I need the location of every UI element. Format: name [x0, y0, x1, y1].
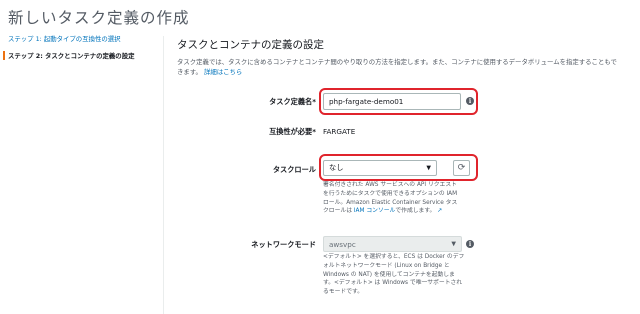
compatibility-label: 互換性が必要* — [269, 127, 316, 136]
sidebar-step-1[interactable]: ステップ 1: 起動タイプの互換性の選択 — [8, 34, 158, 43]
task-def-name-input[interactable]: php-fargate-demo01 — [323, 93, 461, 110]
task-role-help-text-end: で作成します。 — [395, 208, 436, 215]
network-mode-select[interactable]: awsvpc ▼ — [323, 236, 462, 252]
caret-down-icon: ▼ — [426, 164, 431, 172]
task-def-name-label: タスク定義名* — [269, 97, 316, 106]
network-mode-help: <デフォルト> を選択すると、ECS は Docker のデフォルトネットワーク… — [323, 254, 465, 296]
sidebar-divider — [163, 36, 164, 314]
main-content: タスクとコンテナの定義の設定 タスク定義では、タスクに含めるコンテナとコンテナ間… — [177, 36, 629, 76]
description-text: タスク定義では、タスクに含めるコンテナとコンテナ間のやり取りの方法を指定します。… — [177, 58, 617, 76]
task-role-select[interactable]: なし ▼ — [323, 160, 437, 176]
compatibility-value: FARGATE — [323, 127, 356, 136]
task-role-value: なし — [329, 163, 344, 172]
info-icon[interactable]: i — [466, 97, 474, 105]
section-description: タスク定義では、タスクに含めるコンテナとコンテナ間のやり取りの方法を指定します。… — [177, 57, 617, 77]
network-mode-value: awsvpc — [329, 239, 356, 249]
iam-console-link[interactable]: IAM コンソール — [354, 208, 396, 214]
refresh-icon: ⟳ — [457, 163, 466, 173]
task-def-name-value: php-fargate-demo01 — [329, 97, 404, 106]
details-link[interactable]: 詳細はこちら — [204, 68, 242, 76]
task-role-help: 署名付きされた AWS サービスへの API リクエスト を行うためにタスクで使… — [323, 181, 463, 216]
task-role-label: タスクロール — [272, 165, 316, 174]
external-link-icon[interactable]: ↗ — [437, 207, 442, 214]
info-icon[interactable]: i — [466, 240, 474, 248]
refresh-button[interactable]: ⟳ — [453, 160, 470, 176]
network-mode-label: ネットワークモード — [251, 240, 316, 249]
sidebar-step-2: ステップ 2: タスクとコンテナの定義の設定 — [3, 51, 158, 60]
page-title: 新しいタスク定義の作成 — [8, 9, 190, 27]
section-title: タスクとコンテナの定義の設定 — [177, 39, 324, 51]
caret-down-icon: ▼ — [451, 240, 456, 248]
wizard-sidebar: ステップ 1: 起動タイプの互換性の選択 ステップ 2: タスクとコンテナの定義… — [3, 34, 158, 60]
